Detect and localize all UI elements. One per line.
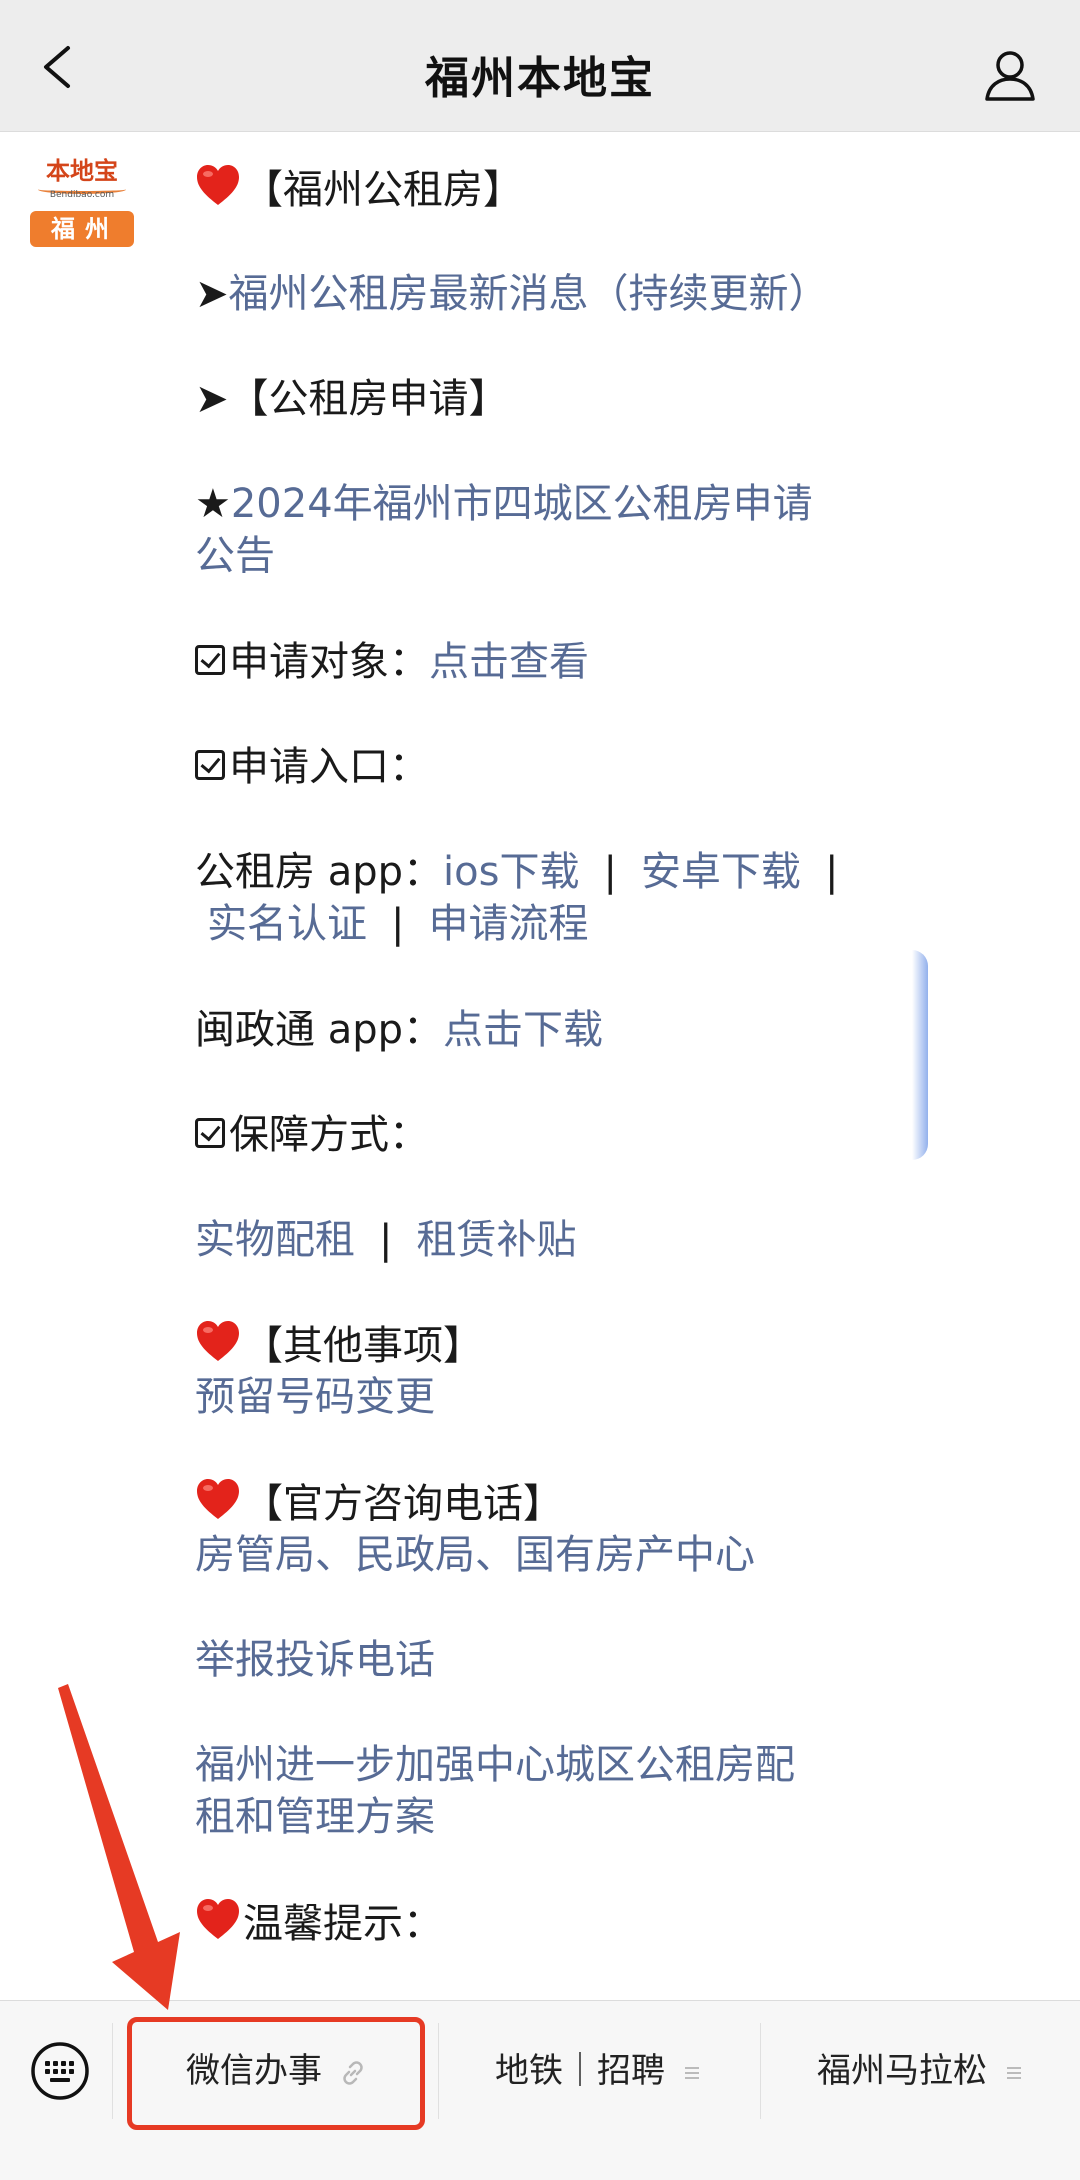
heart-icon [197,165,239,205]
real-name-auth-link[interactable]: 实名认证 [207,901,367,947]
target-link[interactable]: 点击查看 [429,639,589,685]
notice-link[interactable]: 2024年福州市四城区公租房申请 [231,481,813,527]
rental-heading-row: 【福州公租房】 [195,163,523,216]
ios-download-link[interactable]: ios下载 [443,849,579,895]
guarantee-row: 保障方式： [195,1109,429,1161]
scroll-indicator[interactable] [912,950,928,1160]
android-download-link[interactable]: 安卓下载 [641,849,801,895]
target-label: 申请对象： [229,639,429,685]
avatar-brand-sub: Bendibao.com [49,190,115,200]
other-link-row: 预留号码变更 [195,1371,435,1423]
tip-heading: 温馨提示： [243,1901,443,1947]
latest-news-link[interactable]: 福州公租房最新消息（持续更新） [229,271,829,317]
menu-divider [760,2023,761,2119]
other-heading: 【其他事项】 [243,1323,483,1369]
mzt-label: 闽政通 app： [195,1007,444,1053]
report-phone-link[interactable]: 举报投诉电话 [195,1637,435,1683]
phone-link-row: 房管局、民政局、国有房产中心 [195,1529,755,1581]
tip-heading-row: 温馨提示： [195,1897,443,1950]
avatar-city-badge: 福州 [30,211,134,247]
notice-link-continued[interactable]: 公告 [195,533,275,579]
separator: | [824,849,839,895]
rental-heading: 【福州公租房】 [243,167,523,213]
checkbox-icon [195,645,225,675]
latest-news-row: ➤福州公租房最新消息（持续更新） [195,268,829,320]
top-navigation-bar: 福州本地宝 [0,0,1080,132]
notice-row-2: 公告 [195,530,275,582]
mzt-row: 闽政通 app：点击下载 [195,1004,603,1056]
target-row: 申请对象：点击查看 [195,636,589,688]
page-title: 福州本地宝 [425,53,655,104]
apply-heading: ➤【公租房申请】 [195,376,509,422]
heart-icon [197,1321,239,1361]
plan-row-2: 租和管理方案 [195,1791,435,1843]
app-links-row-2: 实名认证 | 申请流程 [207,898,588,950]
separator: | [603,849,617,895]
annotation-arrow-icon [58,1684,180,2010]
guarantee-links-row: 实物配租 | 租赁补贴 [195,1214,576,1266]
management-plan-link-continued[interactable]: 租和管理方案 [195,1794,435,1840]
app-label: 公租房 app： [195,849,444,895]
separator: | [379,1217,393,1263]
star-bullet: ★ [195,481,231,527]
notice-row: ★2024年福州市四城区公租房申请 [195,478,813,530]
annotation-highlight-box [127,2017,425,2130]
menu-lines-icon [685,2067,699,2079]
other-heading-row: 【其他事项】 [195,1319,483,1372]
checkbox-icon [195,750,225,780]
heart-icon [197,1479,239,1519]
plan-row: 福州进一步加强中心城区公租房配 [195,1739,795,1791]
menu-item-label: 地铁｜招聘 [495,2051,665,2091]
entry-row: 申请入口： [195,741,429,793]
apply-heading-row: ➤【公租房申请】 [195,373,509,425]
account-avatar[interactable]: 本地宝 Bendibao.com 福州 [30,157,134,247]
menu-item-label: 福州马拉松 [817,2051,987,2091]
menu-item-metro-jobs[interactable]: 地铁｜招聘 [440,2023,758,2119]
report-row: 举报投诉电话 [195,1634,435,1686]
menu-divider [438,2023,439,2119]
phone-heading: 【官方咨询电话】 [243,1481,563,1527]
agencies-phone-link[interactable]: 房管局、民政局、国有房产中心 [195,1532,755,1578]
menu-item-fuzhou-marathon[interactable]: 福州马拉松 [762,2023,1080,2119]
keyboard-icon[interactable] [30,2041,90,2101]
app-links-row: 公租房 app：ios下载 | 安卓下载 | [195,846,862,898]
guarantee-label: 保障方式： [229,1112,429,1158]
entry-label: 申请入口： [229,744,429,790]
profile-icon[interactable] [983,48,1037,102]
separator: | [391,901,405,947]
heart-icon [197,1899,239,1939]
rental-subsidy-link[interactable]: 租赁补贴 [416,1217,576,1263]
menu-divider [112,2023,113,2119]
apply-process-link[interactable]: 申请流程 [428,901,588,947]
menu-lines-icon [1007,2067,1021,2079]
physical-rental-link[interactable]: 实物配租 [195,1217,355,1263]
arrow-bullet: ➤ [195,271,229,317]
checkbox-icon [195,1118,225,1148]
management-plan-link[interactable]: 福州进一步加强中心城区公租房配 [195,1742,795,1788]
mzt-download-link[interactable]: 点击下载 [443,1007,603,1053]
phone-heading-row: 【官方咨询电话】 [195,1477,563,1530]
reserved-number-link[interactable]: 预留号码变更 [195,1374,435,1420]
